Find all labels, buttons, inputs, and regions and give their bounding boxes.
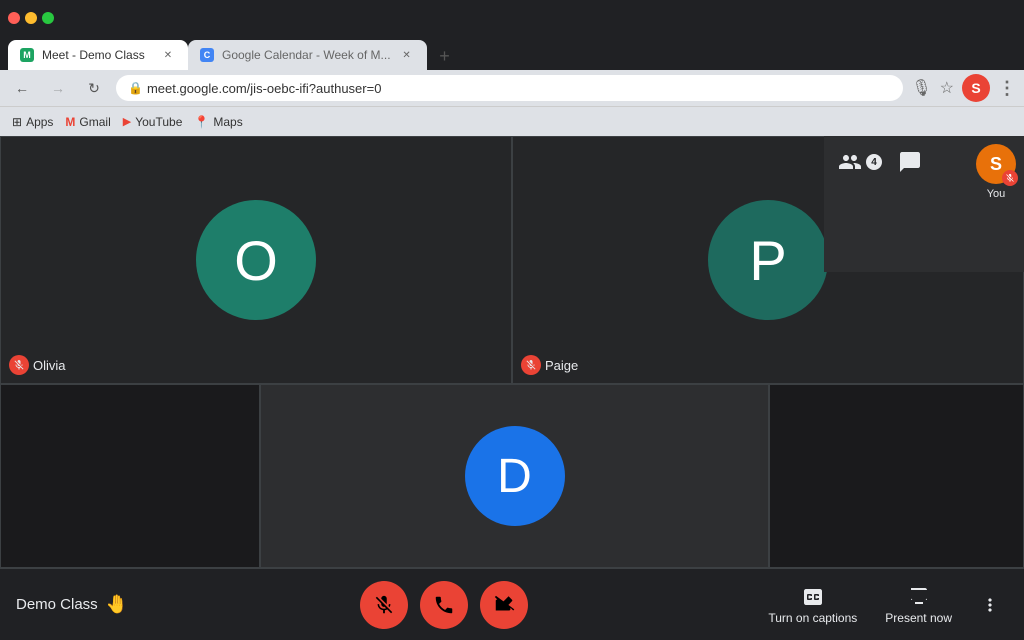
bottom-left: Demo Class 🤚 [16, 594, 128, 615]
video-grid-bottom: D [0, 384, 1024, 568]
end-call-button[interactable] [420, 581, 468, 629]
present-label: Present now [885, 611, 952, 625]
self-view: S You [976, 144, 1016, 200]
bookmark-icon[interactable]: ☆ [940, 78, 954, 98]
maximize-button[interactable] [42, 12, 54, 24]
meet-favicon: M [20, 48, 34, 62]
youtube-label: YouTube [135, 115, 182, 129]
meet-top-panel: 4 S You [824, 136, 1024, 272]
video-cell-olivia: O Olivia [0, 136, 512, 384]
paige-avatar: P [708, 200, 828, 320]
meeting-title: Demo Class [16, 596, 98, 613]
new-tab-button[interactable]: + [431, 42, 459, 70]
video-cell-bottom-right [769, 384, 1024, 568]
maps-icon: 📍 [194, 115, 209, 129]
forward-button[interactable]: → [44, 74, 72, 102]
tab-meet-close[interactable]: ✕ [160, 47, 176, 63]
more-options-button[interactable] [972, 587, 1008, 623]
bookmarks-bar: ⊞ Apps M Gmail ▶ YouTube 📍 Maps [0, 106, 1024, 136]
paige-label: Paige [521, 355, 578, 375]
olivia-avatar: O [196, 200, 316, 320]
bookmark-gmail[interactable]: M Gmail [65, 115, 110, 129]
olivia-mute-icon [9, 355, 29, 375]
address-text: meet.google.com/jis-oebc-ifi?authuser=0 [147, 81, 382, 96]
present-button[interactable]: Present now [877, 581, 960, 629]
address-bar: ← → ↻ 🔒 meet.google.com/jis-oebc-ifi?aut… [0, 70, 1024, 106]
camera-button[interactable] [480, 581, 528, 629]
bookmark-youtube[interactable]: ▶ YouTube [123, 115, 183, 129]
chat-button[interactable] [892, 144, 928, 180]
video-cell-bottom-left [0, 384, 260, 568]
tab-calendar[interactable]: C Google Calendar - Week of M... ✕ [188, 40, 427, 70]
bottom-right-actions: Turn on captions Present now [760, 581, 1008, 629]
gmail-label: Gmail [79, 115, 110, 129]
tab-calendar-close[interactable]: ✕ [399, 47, 415, 63]
traffic-lights [8, 12, 54, 24]
address-input[interactable]: 🔒 meet.google.com/jis-oebc-ifi?authuser=… [116, 75, 903, 101]
meeting-controls [360, 581, 528, 629]
bookmark-maps[interactable]: 📍 Maps [194, 115, 242, 129]
youtube-icon: ▶ [123, 115, 131, 128]
people-count-badge: 4 [866, 154, 882, 170]
tab-meet-title: Meet - Demo Class [42, 48, 152, 62]
self-label: You [987, 188, 1006, 200]
back-button[interactable]: ← [8, 74, 36, 102]
tab-calendar-title: Google Calendar - Week of M... [222, 48, 391, 62]
maps-label: Maps [213, 115, 242, 129]
olivia-name: Olivia [33, 358, 66, 373]
paige-mute-icon [521, 355, 541, 375]
raise-hand-icon[interactable]: 🤚 [106, 594, 128, 615]
captions-button[interactable]: Turn on captions [760, 581, 865, 629]
olivia-label: Olivia [9, 355, 66, 375]
meet-bottom-bar: Demo Class 🤚 Turn on captions [0, 568, 1024, 640]
self-avatar: S [976, 144, 1016, 184]
minimize-button[interactable] [25, 12, 37, 24]
apps-label: Apps [26, 115, 53, 129]
tab-meet[interactable]: M Meet - Demo Class ✕ [8, 40, 188, 70]
mute-button[interactable] [360, 581, 408, 629]
people-button[interactable]: 4 [832, 144, 888, 180]
d-avatar: D [465, 426, 565, 526]
calendar-favicon: C [200, 48, 214, 62]
self-initial: S [990, 154, 1002, 175]
profile-avatar[interactable]: S [962, 74, 990, 102]
self-mute-badge [1002, 170, 1018, 186]
tabs-bar: M Meet - Demo Class ✕ C Google Calendar … [0, 36, 1024, 70]
bookmark-apps[interactable]: ⊞ Apps [12, 115, 53, 129]
apps-icon: ⊞ [12, 115, 22, 129]
browser-chrome: M Meet - Demo Class ✕ C Google Calendar … [0, 0, 1024, 136]
title-bar [0, 0, 1024, 36]
close-button[interactable] [8, 12, 20, 24]
address-right-icons: 🎙 ☆ S ⋮ [911, 74, 1016, 102]
meet-app: 4 S You O Ol [0, 136, 1024, 640]
paige-name: Paige [545, 358, 578, 373]
panel-icons: 4 [832, 144, 968, 180]
gmail-icon: M [65, 115, 75, 129]
captions-label: Turn on captions [768, 611, 857, 625]
video-cell-d: D [260, 384, 769, 568]
menu-icon[interactable]: ⋮ [998, 78, 1016, 99]
reload-button[interactable]: ↻ [80, 74, 108, 102]
mic-icon[interactable]: 🎙 [911, 78, 931, 98]
